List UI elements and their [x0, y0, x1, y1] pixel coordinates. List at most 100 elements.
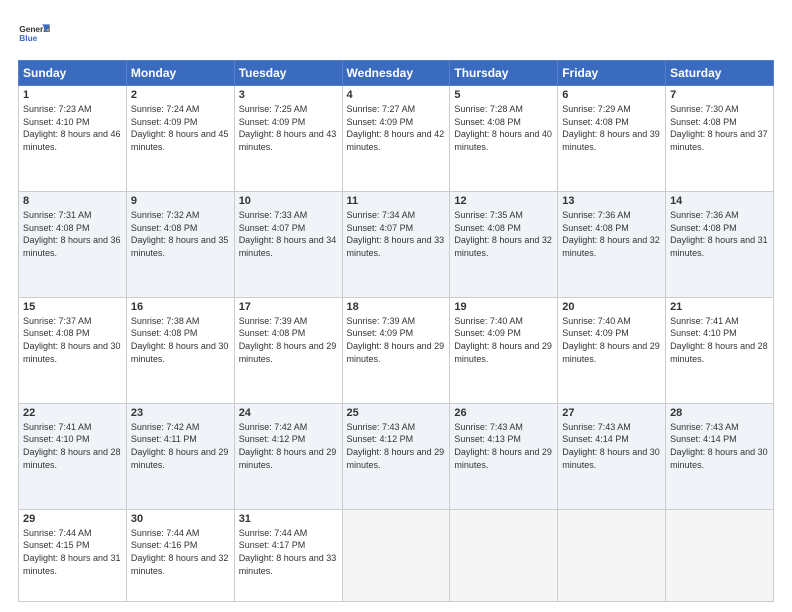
day-info: Sunrise: 7:42 AM Sunset: 4:11 PM Dayligh… — [131, 421, 230, 471]
day-info: Sunrise: 7:30 AM Sunset: 4:08 PM Dayligh… — [670, 103, 769, 153]
calendar-day-header: Monday — [126, 61, 234, 86]
calendar-cell: 9 Sunrise: 7:32 AM Sunset: 4:08 PM Dayli… — [126, 191, 234, 297]
calendar-day-header: Sunday — [19, 61, 127, 86]
day-info: Sunrise: 7:44 AM Sunset: 4:17 PM Dayligh… — [239, 527, 338, 577]
calendar-cell: 22 Sunrise: 7:41 AM Sunset: 4:10 PM Dayl… — [19, 403, 127, 509]
calendar-cell: 12 Sunrise: 7:35 AM Sunset: 4:08 PM Dayl… — [450, 191, 558, 297]
day-info: Sunrise: 7:43 AM Sunset: 4:14 PM Dayligh… — [562, 421, 661, 471]
calendar-cell: 15 Sunrise: 7:37 AM Sunset: 4:08 PM Dayl… — [19, 297, 127, 403]
calendar-cell: 14 Sunrise: 7:36 AM Sunset: 4:08 PM Dayl… — [666, 191, 774, 297]
calendar-cell: 5 Sunrise: 7:28 AM Sunset: 4:08 PM Dayli… — [450, 86, 558, 192]
calendar-cell: 16 Sunrise: 7:38 AM Sunset: 4:08 PM Dayl… — [126, 297, 234, 403]
day-number: 23 — [131, 407, 230, 419]
day-number: 13 — [562, 195, 661, 207]
day-info: Sunrise: 7:24 AM Sunset: 4:09 PM Dayligh… — [131, 103, 230, 153]
calendar-cell: 27 Sunrise: 7:43 AM Sunset: 4:14 PM Dayl… — [558, 403, 666, 509]
svg-text:Blue: Blue — [19, 33, 37, 43]
day-info: Sunrise: 7:35 AM Sunset: 4:08 PM Dayligh… — [454, 209, 553, 259]
calendar-cell: 11 Sunrise: 7:34 AM Sunset: 4:07 PM Dayl… — [342, 191, 450, 297]
calendar-cell: 7 Sunrise: 7:30 AM Sunset: 4:08 PM Dayli… — [666, 86, 774, 192]
day-number: 28 — [670, 407, 769, 419]
day-number: 17 — [239, 301, 338, 313]
calendar-day-header: Saturday — [666, 61, 774, 86]
calendar-cell: 25 Sunrise: 7:43 AM Sunset: 4:12 PM Dayl… — [342, 403, 450, 509]
day-info: Sunrise: 7:40 AM Sunset: 4:09 PM Dayligh… — [562, 315, 661, 365]
day-info: Sunrise: 7:28 AM Sunset: 4:08 PM Dayligh… — [454, 103, 553, 153]
calendar-cell — [342, 509, 450, 601]
calendar-cell: 4 Sunrise: 7:27 AM Sunset: 4:09 PM Dayli… — [342, 86, 450, 192]
day-info: Sunrise: 7:36 AM Sunset: 4:08 PM Dayligh… — [670, 209, 769, 259]
calendar-cell: 10 Sunrise: 7:33 AM Sunset: 4:07 PM Dayl… — [234, 191, 342, 297]
calendar-cell: 6 Sunrise: 7:29 AM Sunset: 4:08 PM Dayli… — [558, 86, 666, 192]
day-info: Sunrise: 7:36 AM Sunset: 4:08 PM Dayligh… — [562, 209, 661, 259]
day-number: 2 — [131, 89, 230, 101]
day-number: 27 — [562, 407, 661, 419]
calendar-cell: 24 Sunrise: 7:42 AM Sunset: 4:12 PM Dayl… — [234, 403, 342, 509]
day-number: 30 — [131, 513, 230, 525]
day-number: 26 — [454, 407, 553, 419]
day-number: 22 — [23, 407, 122, 419]
day-info: Sunrise: 7:29 AM Sunset: 4:08 PM Dayligh… — [562, 103, 661, 153]
day-number: 7 — [670, 89, 769, 101]
calendar-cell: 13 Sunrise: 7:36 AM Sunset: 4:08 PM Dayl… — [558, 191, 666, 297]
calendar-day-header: Tuesday — [234, 61, 342, 86]
day-number: 6 — [562, 89, 661, 101]
day-number: 24 — [239, 407, 338, 419]
day-info: Sunrise: 7:39 AM Sunset: 4:08 PM Dayligh… — [239, 315, 338, 365]
day-number: 1 — [23, 89, 122, 101]
day-info: Sunrise: 7:34 AM Sunset: 4:07 PM Dayligh… — [347, 209, 446, 259]
calendar-cell: 31 Sunrise: 7:44 AM Sunset: 4:17 PM Dayl… — [234, 509, 342, 601]
calendar-cell: 8 Sunrise: 7:31 AM Sunset: 4:08 PM Dayli… — [19, 191, 127, 297]
day-info: Sunrise: 7:43 AM Sunset: 4:13 PM Dayligh… — [454, 421, 553, 471]
day-number: 3 — [239, 89, 338, 101]
day-number: 25 — [347, 407, 446, 419]
header: General Blue — [18, 18, 774, 50]
calendar-cell: 20 Sunrise: 7:40 AM Sunset: 4:09 PM Dayl… — [558, 297, 666, 403]
day-number: 10 — [239, 195, 338, 207]
calendar-day-header: Wednesday — [342, 61, 450, 86]
day-info: Sunrise: 7:44 AM Sunset: 4:16 PM Dayligh… — [131, 527, 230, 577]
day-info: Sunrise: 7:37 AM Sunset: 4:08 PM Dayligh… — [23, 315, 122, 365]
day-number: 20 — [562, 301, 661, 313]
calendar-day-header: Friday — [558, 61, 666, 86]
day-info: Sunrise: 7:41 AM Sunset: 4:10 PM Dayligh… — [670, 315, 769, 365]
day-number: 9 — [131, 195, 230, 207]
day-number: 21 — [670, 301, 769, 313]
day-info: Sunrise: 7:31 AM Sunset: 4:08 PM Dayligh… — [23, 209, 122, 259]
day-info: Sunrise: 7:43 AM Sunset: 4:14 PM Dayligh… — [670, 421, 769, 471]
day-number: 29 — [23, 513, 122, 525]
day-number: 4 — [347, 89, 446, 101]
day-number: 31 — [239, 513, 338, 525]
logo-icon: General Blue — [18, 18, 50, 50]
calendar-cell: 30 Sunrise: 7:44 AM Sunset: 4:16 PM Dayl… — [126, 509, 234, 601]
logo: General Blue — [18, 18, 50, 50]
day-info: Sunrise: 7:38 AM Sunset: 4:08 PM Dayligh… — [131, 315, 230, 365]
day-number: 11 — [347, 195, 446, 207]
calendar-cell: 1 Sunrise: 7:23 AM Sunset: 4:10 PM Dayli… — [19, 86, 127, 192]
calendar-cell: 18 Sunrise: 7:39 AM Sunset: 4:09 PM Dayl… — [342, 297, 450, 403]
calendar-cell: 19 Sunrise: 7:40 AM Sunset: 4:09 PM Dayl… — [450, 297, 558, 403]
day-number: 15 — [23, 301, 122, 313]
calendar-cell: 23 Sunrise: 7:42 AM Sunset: 4:11 PM Dayl… — [126, 403, 234, 509]
day-info: Sunrise: 7:25 AM Sunset: 4:09 PM Dayligh… — [239, 103, 338, 153]
day-info: Sunrise: 7:41 AM Sunset: 4:10 PM Dayligh… — [23, 421, 122, 471]
calendar-day-header: Thursday — [450, 61, 558, 86]
day-info: Sunrise: 7:43 AM Sunset: 4:12 PM Dayligh… — [347, 421, 446, 471]
calendar-cell — [450, 509, 558, 601]
day-info: Sunrise: 7:42 AM Sunset: 4:12 PM Dayligh… — [239, 421, 338, 471]
day-info: Sunrise: 7:27 AM Sunset: 4:09 PM Dayligh… — [347, 103, 446, 153]
calendar-cell: 2 Sunrise: 7:24 AM Sunset: 4:09 PM Dayli… — [126, 86, 234, 192]
calendar-cell: 28 Sunrise: 7:43 AM Sunset: 4:14 PM Dayl… — [666, 403, 774, 509]
day-number: 5 — [454, 89, 553, 101]
calendar-cell: 3 Sunrise: 7:25 AM Sunset: 4:09 PM Dayli… — [234, 86, 342, 192]
day-number: 8 — [23, 195, 122, 207]
day-info: Sunrise: 7:39 AM Sunset: 4:09 PM Dayligh… — [347, 315, 446, 365]
calendar-cell — [558, 509, 666, 601]
day-info: Sunrise: 7:40 AM Sunset: 4:09 PM Dayligh… — [454, 315, 553, 365]
calendar-cell — [666, 509, 774, 601]
day-info: Sunrise: 7:33 AM Sunset: 4:07 PM Dayligh… — [239, 209, 338, 259]
calendar-cell: 26 Sunrise: 7:43 AM Sunset: 4:13 PM Dayl… — [450, 403, 558, 509]
calendar-table: SundayMondayTuesdayWednesdayThursdayFrid… — [18, 60, 774, 602]
calendar-cell: 21 Sunrise: 7:41 AM Sunset: 4:10 PM Dayl… — [666, 297, 774, 403]
day-info: Sunrise: 7:23 AM Sunset: 4:10 PM Dayligh… — [23, 103, 122, 153]
